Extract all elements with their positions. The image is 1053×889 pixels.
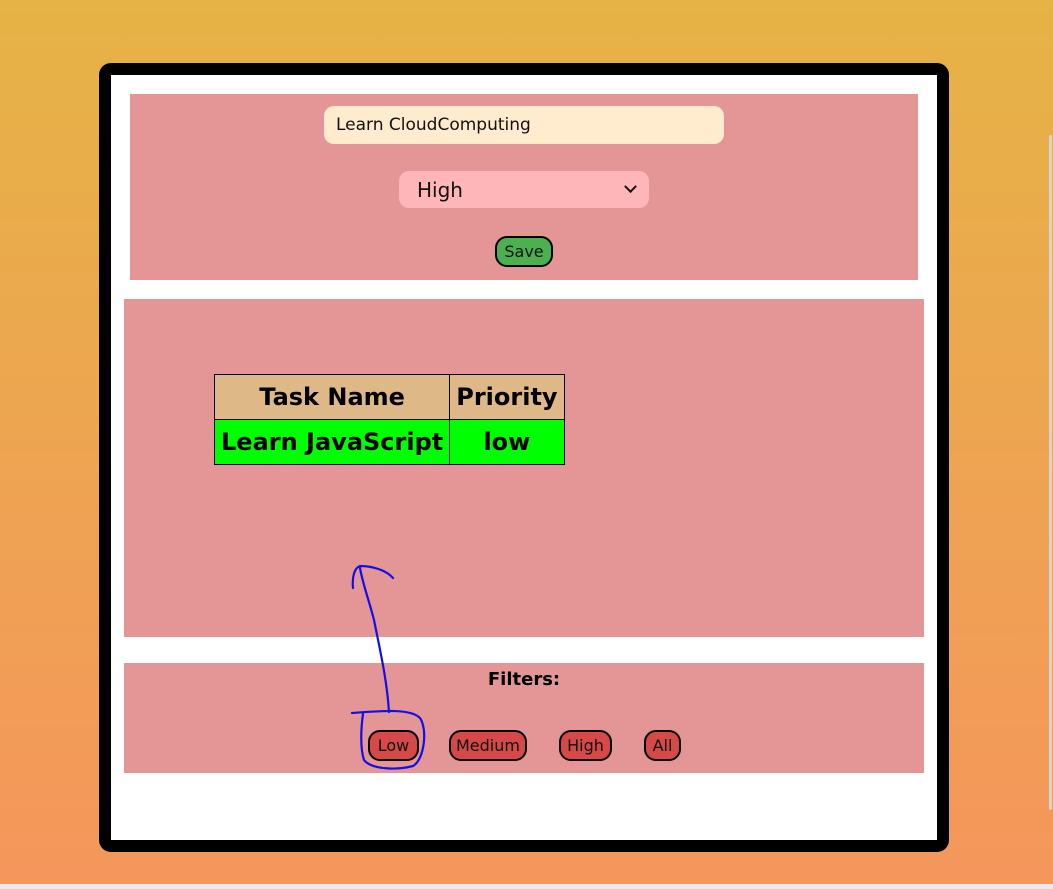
header-task-name: Task Name [213, 374, 451, 420]
filter-all-button[interactable]: All [644, 730, 681, 761]
priority-select[interactable]: High [399, 171, 649, 208]
table-header-row: Task Name Priority [213, 374, 565, 420]
header-priority: Priority [449, 374, 565, 420]
priority-select-value: High [417, 177, 463, 202]
task-name-input[interactable] [324, 106, 724, 144]
app-container: High Save Task Name Priority Learn JavaS… [99, 63, 949, 852]
task-priority-cell: low [449, 419, 565, 465]
page-scrollbar[interactable] [1049, 135, 1052, 810]
task-list-panel: Task Name Priority Learn JavaScript low [124, 299, 924, 637]
window-bottom-edge [0, 884, 1053, 889]
task-name-cell: Learn JavaScript [213, 419, 451, 465]
save-button[interactable]: Save [495, 236, 553, 267]
filter-medium-button[interactable]: Medium [449, 730, 527, 761]
task-table: Task Name Priority Learn JavaScript low [213, 374, 565, 465]
table-row: Learn JavaScript low [213, 419, 565, 465]
filters-panel: Filters: Low Medium High All [124, 663, 924, 773]
filter-low-button[interactable]: Low [368, 730, 419, 761]
filter-high-button[interactable]: High [559, 730, 612, 761]
task-form-panel: High Save [130, 94, 918, 280]
filters-title: Filters: [487, 669, 561, 690]
chevron-down-icon [624, 180, 637, 194]
